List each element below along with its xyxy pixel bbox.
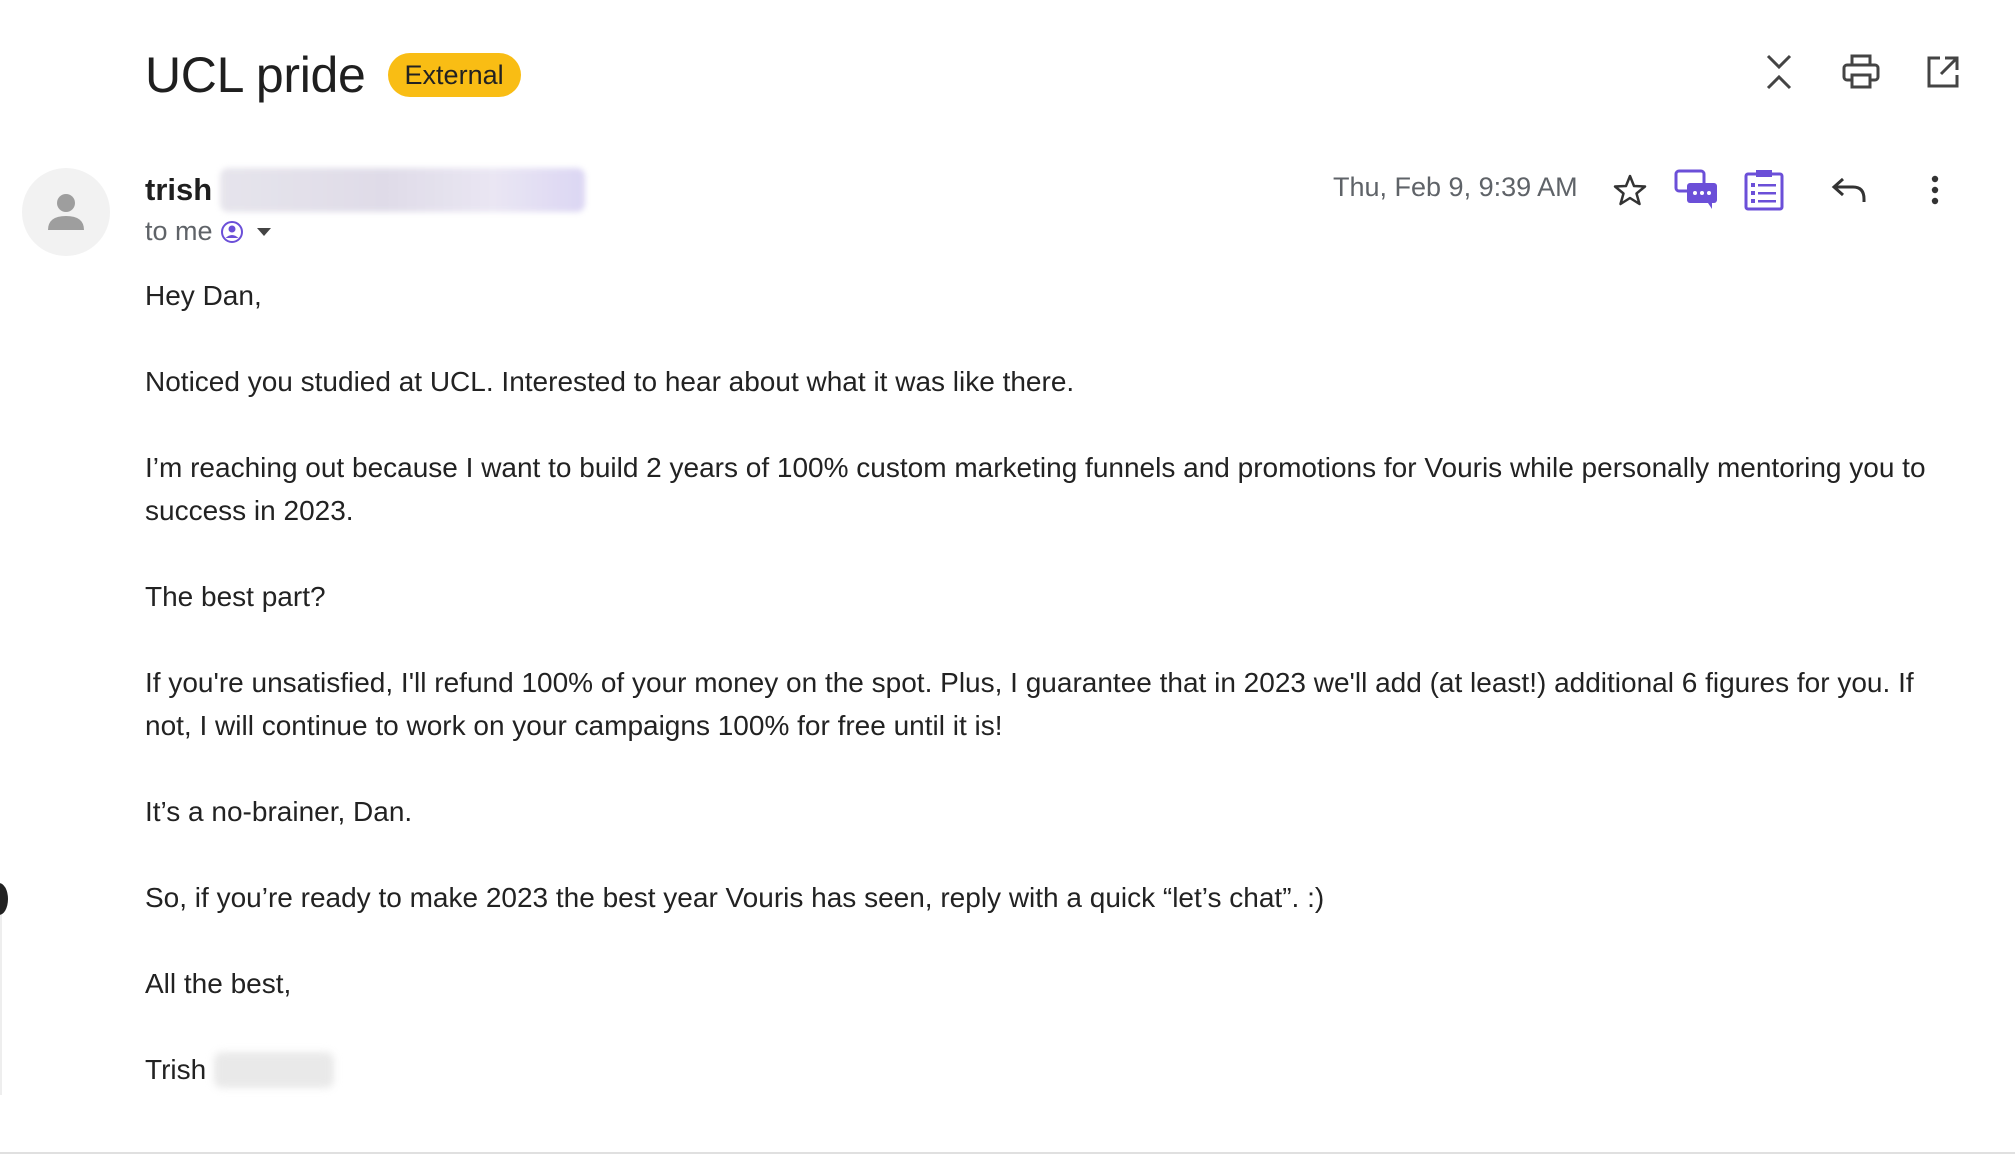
signature: Trish [145, 1054, 207, 1085]
checklist-icon[interactable] [1739, 165, 1789, 215]
signature-redacted [214, 1051, 335, 1088]
message-date: Thu, Feb 9, 9:39 AM [1333, 172, 1578, 202]
message-body: Hey Dan, Noticed you studied at UCL. Int… [145, 274, 1965, 1091]
body-paragraph: It’s a no-brainer, Dan. [145, 796, 413, 827]
closing: All the best, [145, 968, 292, 999]
side-divider [0, 915, 2, 1095]
signature-row: Trish [145, 1048, 1965, 1091]
body-paragraph: Noticed you studied at UCL. Interested t… [145, 366, 1075, 397]
star-icon[interactable] [1605, 165, 1655, 215]
print-icon[interactable] [1839, 50, 1883, 94]
chat-bubbles-icon[interactable] [1672, 165, 1722, 215]
more-vert-icon[interactable] [1910, 165, 1960, 215]
body-paragraph: The best part? [145, 581, 326, 612]
subject-row: UCL pride External [145, 40, 521, 110]
contact-icon [220, 220, 243, 243]
open-in-new-window-icon[interactable] [1921, 50, 1965, 94]
body-paragraph: If you're unsatisfied, I'll refund 100% … [145, 667, 1914, 741]
message-actions [1605, 165, 1960, 215]
email-subject: UCL pride [145, 47, 366, 103]
external-badge[interactable]: External [387, 53, 521, 97]
recipient-row: to me [145, 216, 273, 247]
thread-actions [1757, 50, 1965, 94]
greeting: Hey Dan, [145, 280, 262, 311]
recipient-label: to me [145, 216, 213, 246]
body-paragraph: I’m reaching out because I want to build… [145, 452, 1926, 526]
sender-row: trish [145, 168, 586, 212]
avatar[interactable] [22, 168, 110, 256]
bottom-divider [0, 1152, 2015, 1154]
sender-email-redacted [220, 168, 586, 212]
collapse-all-icon[interactable] [1757, 50, 1801, 94]
side-panel-handle[interactable] [0, 883, 8, 915]
body-paragraph: So, if you’re ready to make 2023 the bes… [145, 882, 1325, 913]
sender-name[interactable]: trish [145, 172, 212, 208]
chevron-down-icon[interactable] [255, 226, 273, 238]
reply-icon[interactable] [1824, 165, 1874, 215]
person-icon [48, 194, 84, 230]
